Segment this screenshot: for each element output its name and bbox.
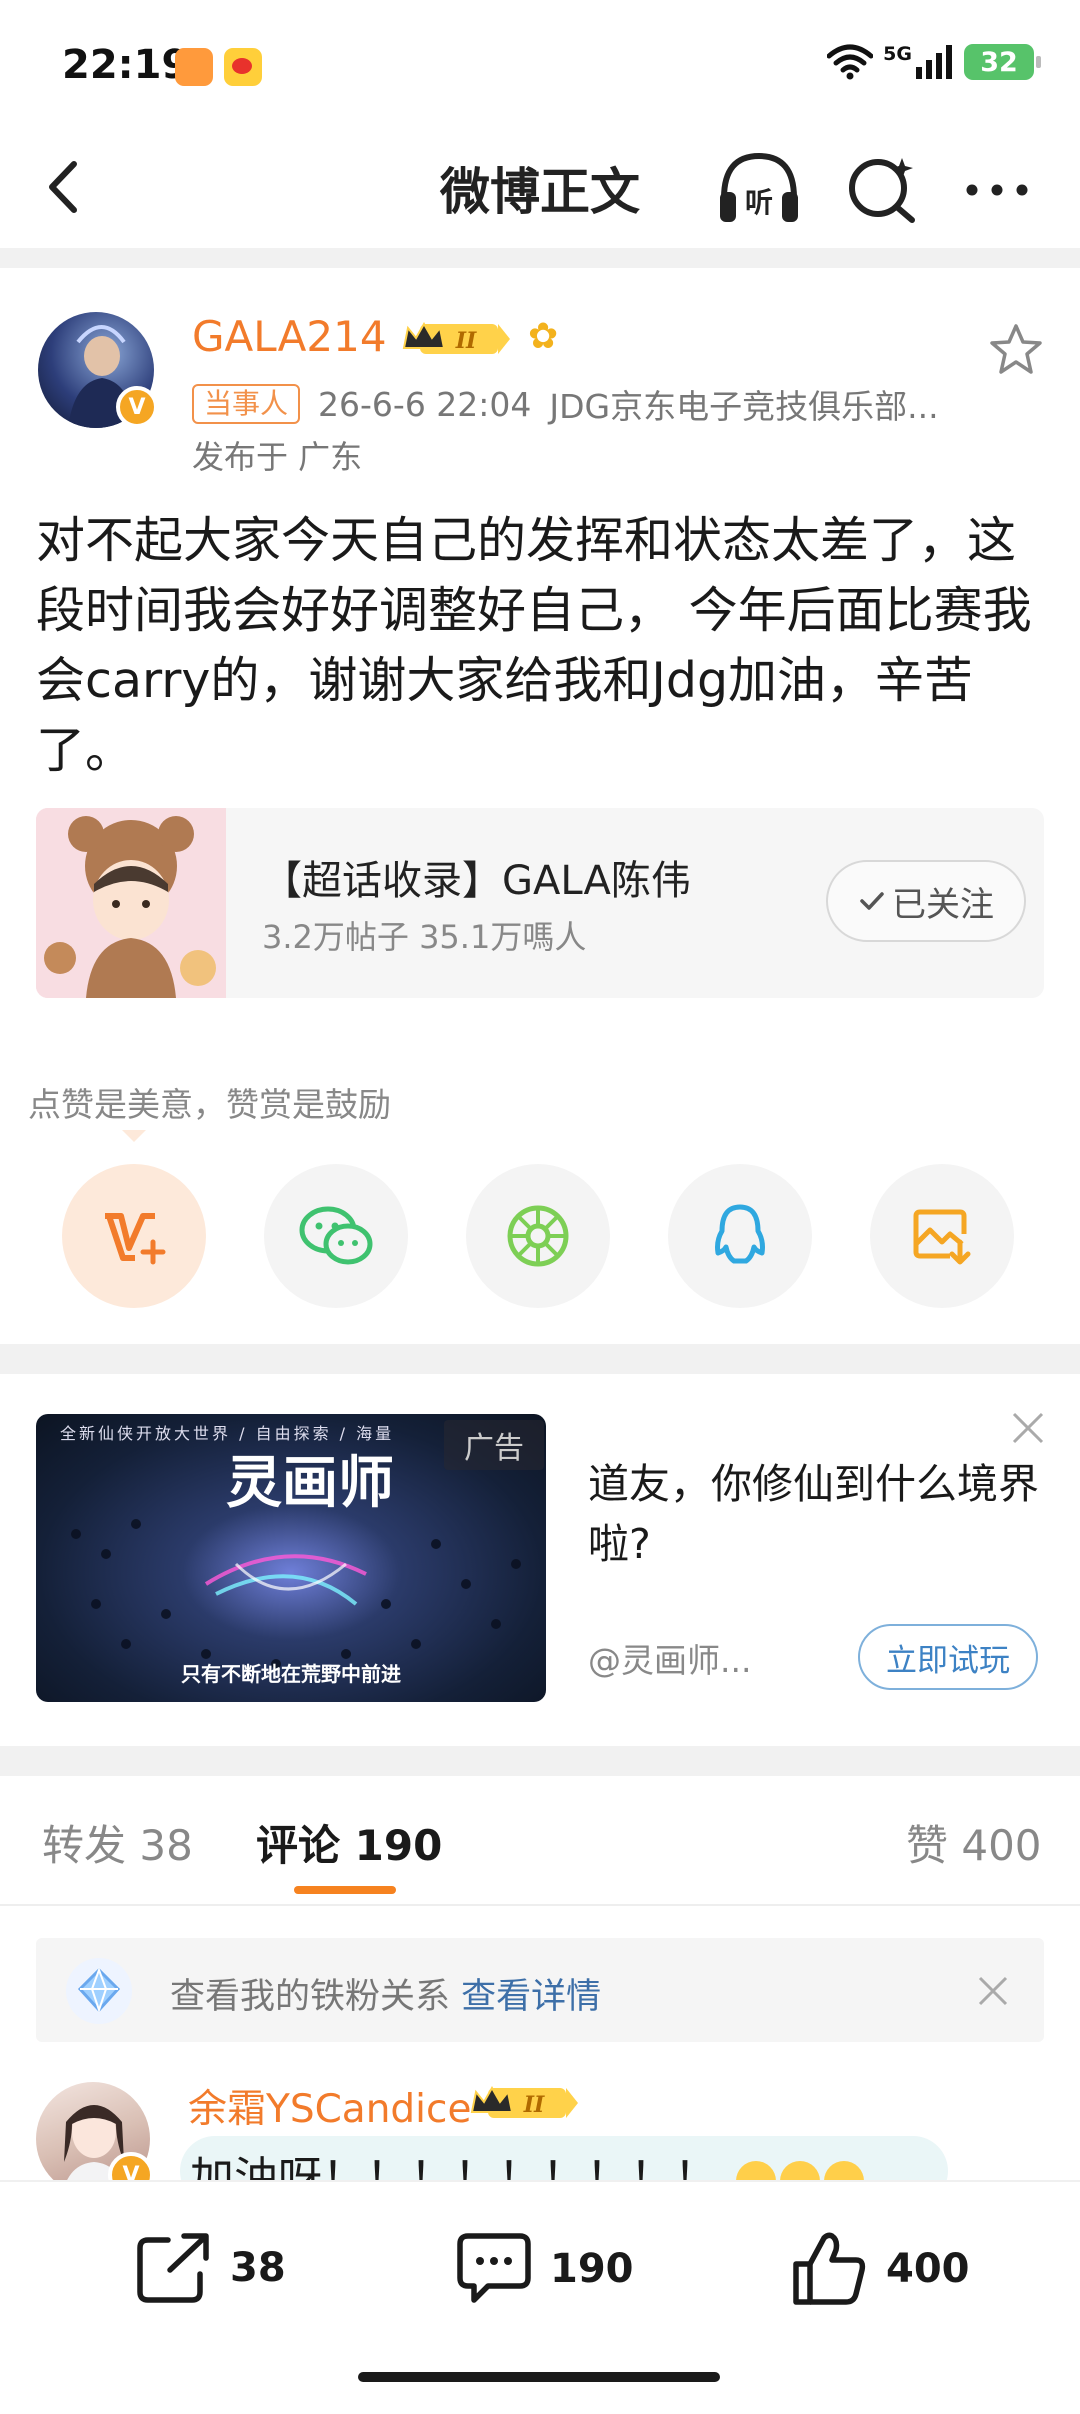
network-type: 5G [883,42,912,65]
bottom-action-bar: 38 190 400 [0,2182,1080,2414]
top-nav: 微博正文 听 [0,130,1080,248]
status-bar: 22:19 5G 32 [0,0,1080,130]
fan-relation-bar[interactable]: 查看我的铁粉关系 查看详情 [36,1938,1044,2042]
section-divider [0,1344,1080,1374]
comment-button[interactable]: 190 [454,2230,634,2308]
ad-source[interactable]: @灵画师... [588,1634,751,1682]
tab-repost[interactable]: 转发 38 [42,1812,193,1873]
follow-label: 已关注 [892,884,994,925]
search-icon[interactable] [844,150,918,226]
verified-badge: V [116,386,158,428]
repost-button[interactable]: 38 [134,2230,286,2306]
reward-button[interactable] [62,1164,206,1308]
vip-crown-badge: II [402,321,510,354]
like-button[interactable]: 400 [790,2230,970,2308]
like-count: 400 [886,2246,970,2292]
repost-icon [137,2233,209,2303]
check-icon [860,892,884,910]
vip-crown-badge: II [470,2085,578,2118]
post-source[interactable]: JDG京东电子竞技俱乐部... [549,380,938,428]
diamond-icon [66,1958,132,2024]
fan-relation-label: 查看我的铁粉关系 [170,1977,451,2017]
follow-button[interactable]: 已关注 [826,860,1026,942]
supertopic-stats: 3.2万帖子 35.1万嗎人 [262,918,587,956]
reward-icon [105,1213,166,1265]
share-row [62,1164,1018,1308]
fan-relation-text: 查看我的铁粉关系 查看详情 [170,1968,601,2019]
wechat-icon [299,1206,373,1265]
repost-count: 38 [230,2245,286,2291]
app-notification-icon [175,48,213,86]
commenter-name[interactable]: 余霜YSCandice [188,2078,471,2134]
supertopic-thumbnail [36,808,226,998]
sunflower-icon: ✿ [528,316,559,357]
svg-text:II: II [455,328,477,354]
thumbs-up-icon [793,2232,866,2305]
ad-label: 广告 [444,1420,544,1470]
tab-likes[interactable]: 赞 400 [906,1812,1042,1873]
battery-indicator: 32 [964,44,1041,80]
page-title: 微博正文 [440,163,640,221]
favorite-star-icon[interactable] [988,322,1044,376]
signal-icon [916,45,952,79]
active-tab-indicator [294,1886,396,1894]
more-icon[interactable] [962,170,1032,210]
save-image-icon [913,1209,971,1265]
section-divider [0,1746,1080,1776]
post-time: 26-6-6 22:04 [318,384,532,424]
ad-title[interactable]: 道友，你修仙到什么境界啦? [588,1454,1048,1574]
qq-icon [715,1204,765,1264]
wifi-icon [827,44,874,80]
close-icon[interactable] [1010,1410,1046,1446]
svg-text:听: 听 [745,186,773,219]
game-logo: 灵画师 [226,1450,394,1516]
party-tag: 当事人 [192,384,301,424]
battery-level: 32 [980,46,1018,78]
share-moments-button[interactable] [466,1164,610,1308]
praise-hint: 点赞是美意，赞赏是鼓励 [28,1085,391,1124]
comment-icon [457,2233,531,2303]
home-indicator [358,2372,720,2382]
post-text: 对不起大家今天自己的发挥和状态太差了，这段时间我会好好调整好自己， 今年后面比赛… [36,512,1032,779]
svg-text:II: II [523,2092,545,2118]
try-now-button[interactable]: 立即试玩 [858,1624,1038,1690]
moments-icon [507,1205,569,1267]
share-wechat-button[interactable] [264,1164,408,1308]
close-icon[interactable] [976,1974,1010,2008]
section-divider [0,248,1080,268]
view-details-link[interactable]: 查看详情 [461,1977,601,2017]
post-location: 发布于 广东 [192,438,363,476]
share-qq-button[interactable] [668,1164,812,1308]
post-meta: 当事人 26-6-6 22:04 JDG京东电子竞技俱乐部... [192,380,939,428]
tooltip-pointer [122,1130,146,1142]
tab-divider [0,1904,1080,1906]
listen-icon[interactable]: 听 [714,148,804,228]
comment-count: 190 [550,2246,634,2292]
supertopic-card[interactable]: 【超话收录】GALA陈伟 3.2万帖子 35.1万嗎人 已关注 [36,808,1044,998]
supertopic-name: 【超话收录】GALA陈伟 [262,858,691,904]
tab-comments[interactable]: 评论 190 [256,1812,442,1873]
ad-caption: 只有不断地在荒野中前进 [181,1662,401,1686]
save-image-button[interactable] [870,1164,1014,1308]
ad-image[interactable]: 全新仙侠开放大世界 / 自由探索 / 海量 灵画师 广告 只有不断地在荒野中前进 [36,1414,546,1702]
status-time: 22:19 [62,42,190,88]
weibo-notification-icon [224,48,262,86]
author-name[interactable]: GALA214 [192,312,387,361]
